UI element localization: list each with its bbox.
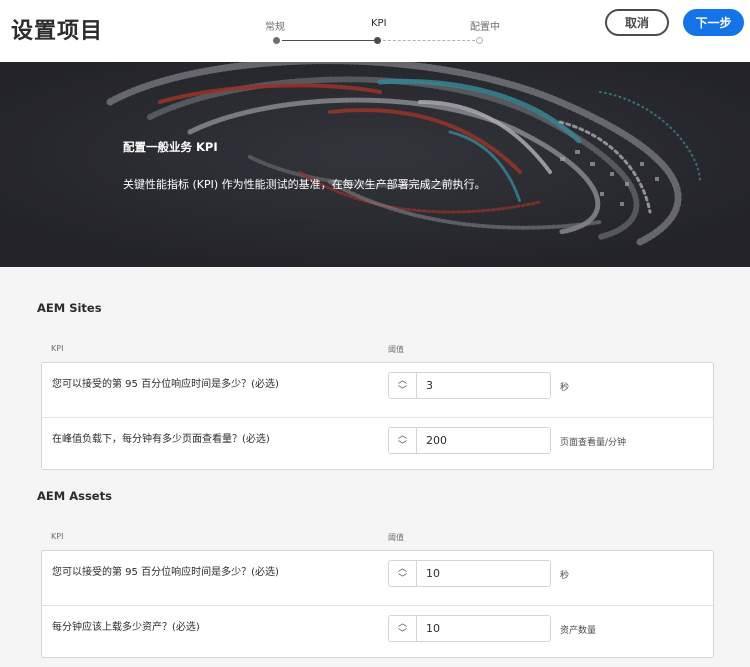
decrement-chevron-down-icon[interactable]: ﹀ [398,629,407,638]
kpi-question: 每分钟应该上载多少资产？(必选) [52,622,200,633]
step-dot-configuring [476,37,483,44]
threshold-unit: 秒 [560,571,570,581]
page-title: 设置项目 [11,19,104,44]
kpi-question: 您可以接受的第 95 百分位响应时间是多少？(必选) [52,567,279,578]
threshold-number-field[interactable]: ︿ ﹀ 10 [388,615,551,642]
step-label-configuring: 配置中 [470,22,500,33]
step-dot-general [273,37,280,44]
column-header-threshold: 阈值 [388,345,404,354]
decrement-chevron-down-icon[interactable]: ﹀ [398,574,407,583]
wizard-stepper: 常规 KPI 配置中 [260,18,510,48]
threshold-number-field[interactable]: ︿ ﹀ 200 [388,427,551,454]
increment-chevron-up-icon[interactable]: ︿ [398,564,407,573]
section-title-aem-assets: AEM Assets [37,489,112,503]
threshold-value[interactable]: 3 [426,379,433,392]
threshold-number-field[interactable]: ︿ ﹀ 10 [388,560,551,587]
kpi-question: 您可以接受的第 95 百分位响应时间是多少？(必选) [52,379,279,390]
threshold-unit: 秒 [560,383,570,393]
kpi-row: 您可以接受的第 95 百分位响应时间是多少？(必选) ︿ ﹀ 10 秒 [42,551,713,605]
column-header-kpi: KPI [51,532,64,541]
threshold-value[interactable]: 10 [426,622,440,635]
column-header-threshold: 阈值 [388,533,404,542]
increment-chevron-up-icon[interactable]: ︿ [398,376,407,385]
step-dot-kpi [374,37,381,44]
threshold-unit: 资产数量 [560,626,597,636]
threshold-unit: 页面查看量/分钟 [560,438,627,448]
threshold-value[interactable]: 200 [426,434,447,447]
kpi-table-assets: 您可以接受的第 95 百分位响应时间是多少？(必选) ︿ ﹀ 10 秒 每分钟应… [41,550,714,658]
hero-banner: 配置一般业务 KPI 关键性能指标 (KPI) 作为性能测试的基准，在每次生产部… [0,62,750,267]
next-button[interactable]: 下一步 [683,9,744,36]
step-label-kpi: KPI [371,18,387,29]
hero-description: 关键性能指标 (KPI) 作为性能测试的基准，在每次生产部署完成之前执行。 [123,178,486,191]
step-connector-pending [383,40,475,41]
number-stepper: ︿ ﹀ [389,561,417,586]
header: 设置项目 常规 KPI 配置中 取消 下一步 [0,0,750,62]
kpi-question: 在峰值负载下，每分钟有多少页面查看量？(必选) [52,434,270,445]
step-label-general: 常规 [265,22,285,33]
number-stepper: ︿ ﹀ [389,428,417,453]
cancel-button[interactable]: 取消 [605,9,669,36]
decrement-chevron-down-icon[interactable]: ﹀ [398,441,407,450]
hero-background-graphic [0,62,750,267]
kpi-row: 在峰值负载下，每分钟有多少页面查看量？(必选) ︿ ﹀ 200 页面查看量/分钟 [42,417,713,471]
section-title-aem-sites: AEM Sites [37,301,102,315]
increment-chevron-up-icon[interactable]: ︿ [398,619,407,628]
step-connector-completed [282,40,374,41]
hero-title: 配置一般业务 KPI [123,140,218,154]
threshold-number-field[interactable]: ︿ ﹀ 3 [388,372,551,399]
increment-chevron-up-icon[interactable]: ︿ [398,431,407,440]
column-header-kpi: KPI [51,344,64,353]
number-stepper: ︿ ﹀ [389,616,417,641]
number-stepper: ︿ ﹀ [389,373,417,398]
kpi-table-sites: 您可以接受的第 95 百分位响应时间是多少？(必选) ︿ ﹀ 3 秒 在峰值负载… [41,362,714,470]
decrement-chevron-down-icon[interactable]: ﹀ [398,386,407,395]
threshold-value[interactable]: 10 [426,567,440,580]
kpi-row: 每分钟应该上载多少资产？(必选) ︿ ﹀ 10 资产数量 [42,605,713,659]
kpi-row: 您可以接受的第 95 百分位响应时间是多少？(必选) ︿ ﹀ 3 秒 [42,363,713,417]
